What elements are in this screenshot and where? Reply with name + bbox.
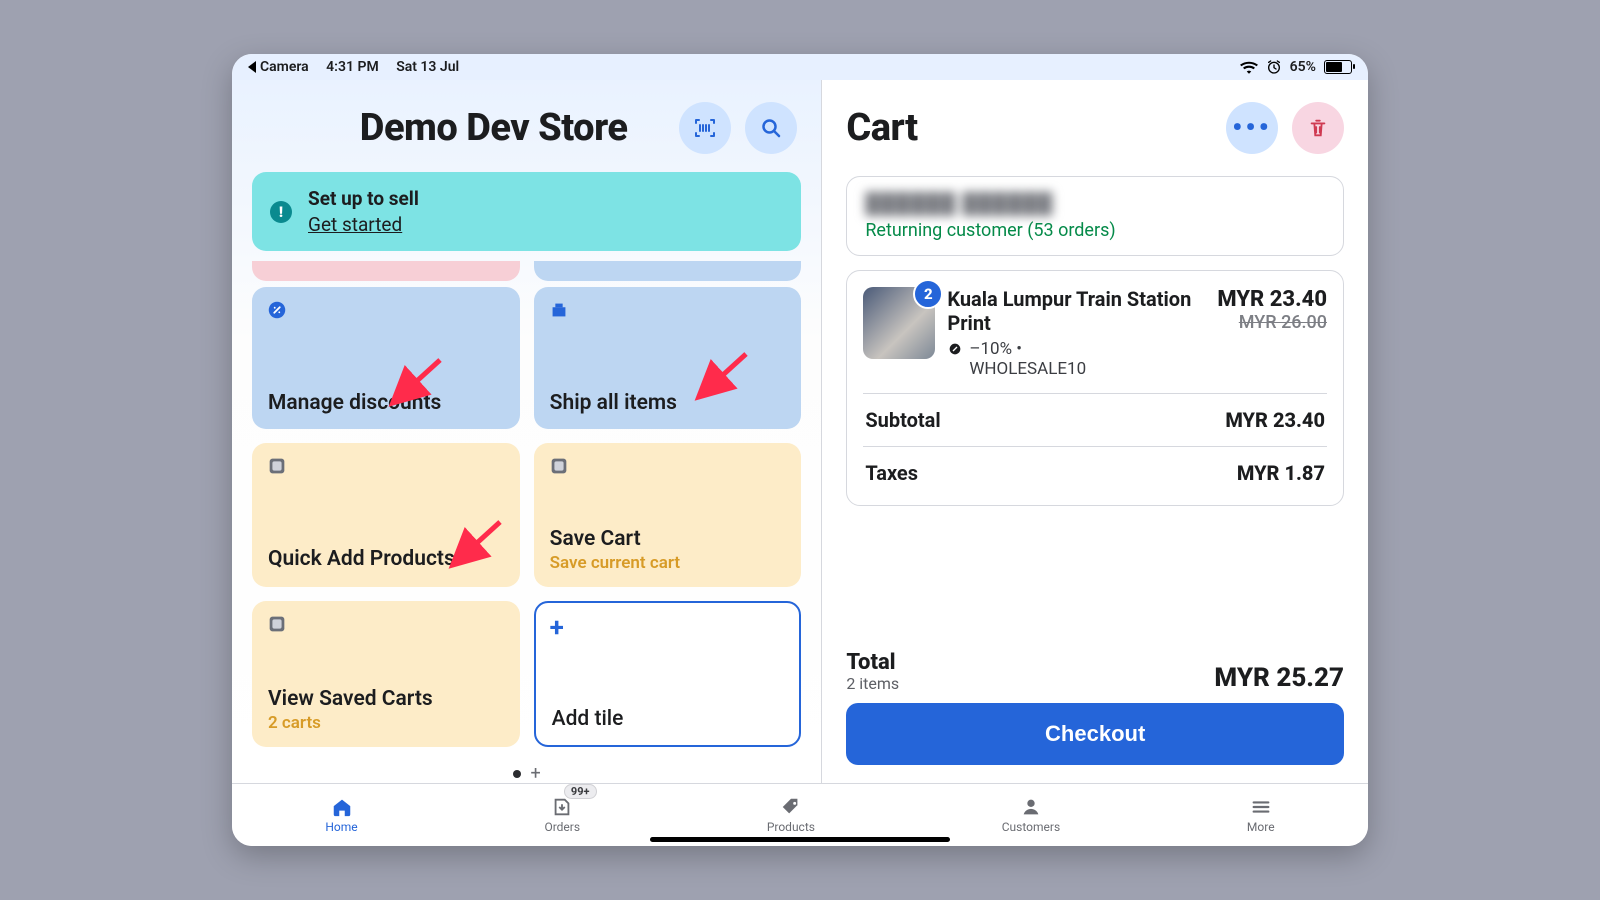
clear-cart-button[interactable]	[1292, 102, 1344, 154]
checkout-button[interactable]: Checkout	[846, 703, 1344, 765]
search-button[interactable]	[745, 102, 797, 154]
taxes-label: Taxes	[865, 461, 918, 485]
item-thumbnail: 2	[863, 287, 935, 359]
home-icon	[331, 796, 353, 818]
info-icon: !	[270, 201, 292, 223]
page-dot-active	[513, 770, 521, 778]
item-price: MYR 23.40	[1217, 287, 1327, 312]
tile-label: Add tile	[552, 707, 784, 731]
cart-item[interactable]: 2 Kuala Lumpur Train Station Print –10% …	[863, 283, 1327, 393]
person-icon	[1020, 796, 1042, 818]
banner-link[interactable]: Get started	[308, 212, 419, 238]
tile-manage-discounts[interactable]: Manage discounts	[252, 287, 520, 429]
tile-partial-top-right[interactable]	[534, 261, 802, 281]
cart-title: Cart	[846, 106, 917, 150]
box-icon	[548, 299, 570, 321]
app-icon	[548, 455, 570, 477]
wifi-icon	[1240, 60, 1258, 74]
tab-label: Home	[325, 820, 357, 834]
item-title: Kuala Lumpur Train Station Print	[947, 287, 1205, 335]
tile-view-saved-carts[interactable]: View Saved Carts 2 carts	[252, 601, 520, 747]
item-qty-badge: 2	[913, 279, 943, 309]
ipad-frame: Camera 4:31 PM Sat 13 Jul 65% Demo Dev S…	[232, 54, 1368, 846]
scan-button[interactable]	[679, 102, 731, 154]
app-icon	[266, 613, 288, 635]
setup-banner[interactable]: ! Set up to sell Get started	[252, 172, 801, 251]
tile-label: Save Cart	[550, 527, 786, 551]
tab-label: More	[1247, 820, 1275, 834]
taxes-row: Taxes MYR 1.87	[863, 446, 1327, 499]
customer-card[interactable]: ██████ ██████ Returning customer (53 ord…	[846, 176, 1344, 256]
menu-icon	[1250, 796, 1272, 818]
item-discount: –10% •	[969, 339, 1022, 359]
tab-label: Products	[767, 820, 815, 834]
tile-sub: Save current cart	[550, 553, 786, 573]
tile-quick-add[interactable]: Quick Add Products	[252, 443, 520, 587]
tab-products[interactable]: Products	[767, 796, 815, 834]
cart-more-button[interactable]: •••	[1226, 102, 1278, 154]
tile-sub: 2 carts	[268, 713, 504, 733]
home-indicator[interactable]	[650, 837, 950, 842]
battery-icon	[1324, 60, 1352, 74]
home-pane: Demo Dev Store ! Set up to sell Get star…	[232, 80, 822, 783]
tile-label: Ship all items	[550, 391, 786, 415]
total-label: Total	[846, 652, 899, 674]
tile-partial-top-left[interactable]	[252, 261, 520, 281]
status-bar: Camera 4:31 PM Sat 13 Jul 65%	[232, 54, 1368, 80]
customer-name-redacted: ██████ ██████	[865, 191, 1325, 216]
trash-icon	[1307, 117, 1329, 139]
item-compare-price: MYR 26.00	[1217, 312, 1327, 333]
tile-add-tile[interactable]: + Add tile	[534, 601, 802, 747]
cart-items-card: 2 Kuala Lumpur Train Station Print –10% …	[846, 270, 1344, 506]
store-title: Demo Dev Store	[308, 106, 679, 150]
tag-icon	[780, 796, 802, 818]
total-value: MYR 25.27	[1214, 663, 1344, 693]
alarm-icon	[1266, 59, 1282, 75]
tile-label: Quick Add Products	[268, 547, 504, 571]
battery-pct: 65%	[1290, 59, 1316, 75]
tile-save-cart[interactable]: Save Cart Save current cart	[534, 443, 802, 587]
app-icon	[266, 455, 288, 477]
item-discount-code: WHOLESALE10	[969, 359, 1205, 379]
tab-label: Customers	[1002, 820, 1060, 834]
cart-pane: Cart ••• ██████ ██████ Returning custome…	[822, 80, 1368, 783]
taxes-value: MYR 1.87	[1237, 461, 1325, 485]
subtotal-label: Subtotal	[865, 408, 940, 432]
discount-icon	[266, 299, 288, 321]
search-icon	[759, 116, 783, 140]
banner-title: Set up to sell	[308, 186, 419, 212]
discount-badge-icon	[947, 341, 963, 357]
tab-label: Orders	[544, 820, 580, 834]
tab-home[interactable]: Home	[325, 796, 357, 834]
status-time: 4:31 PM	[326, 59, 379, 75]
barcode-icon	[693, 116, 717, 140]
subtotal-value: MYR 23.40	[1225, 408, 1325, 432]
total-sub: 2 items	[846, 674, 899, 693]
tab-bar: Home 99+ Orders Products Customers More	[232, 783, 1368, 846]
page-indicator[interactable]: +	[252, 763, 801, 783]
orders-badge: 99+	[564, 784, 597, 799]
subtotal-row: Subtotal MYR 23.40	[863, 393, 1327, 446]
tab-orders[interactable]: 99+ Orders	[544, 796, 580, 834]
tile-label: Manage discounts	[268, 391, 504, 415]
orders-icon	[551, 796, 573, 818]
tab-customers[interactable]: Customers	[1002, 796, 1060, 834]
add-page-icon[interactable]: +	[531, 763, 541, 783]
customer-status: Returning customer (53 orders)	[865, 220, 1325, 241]
plus-icon: +	[550, 613, 564, 643]
tile-ship-all[interactable]: Ship all items	[534, 287, 802, 429]
tile-label: View Saved Carts	[268, 687, 504, 711]
tab-more[interactable]: More	[1247, 796, 1275, 834]
status-date: Sat 13 Jul	[396, 59, 459, 75]
back-to-app[interactable]: Camera	[248, 59, 309, 75]
total-row: Total 2 items MYR 25.27	[846, 652, 1344, 693]
